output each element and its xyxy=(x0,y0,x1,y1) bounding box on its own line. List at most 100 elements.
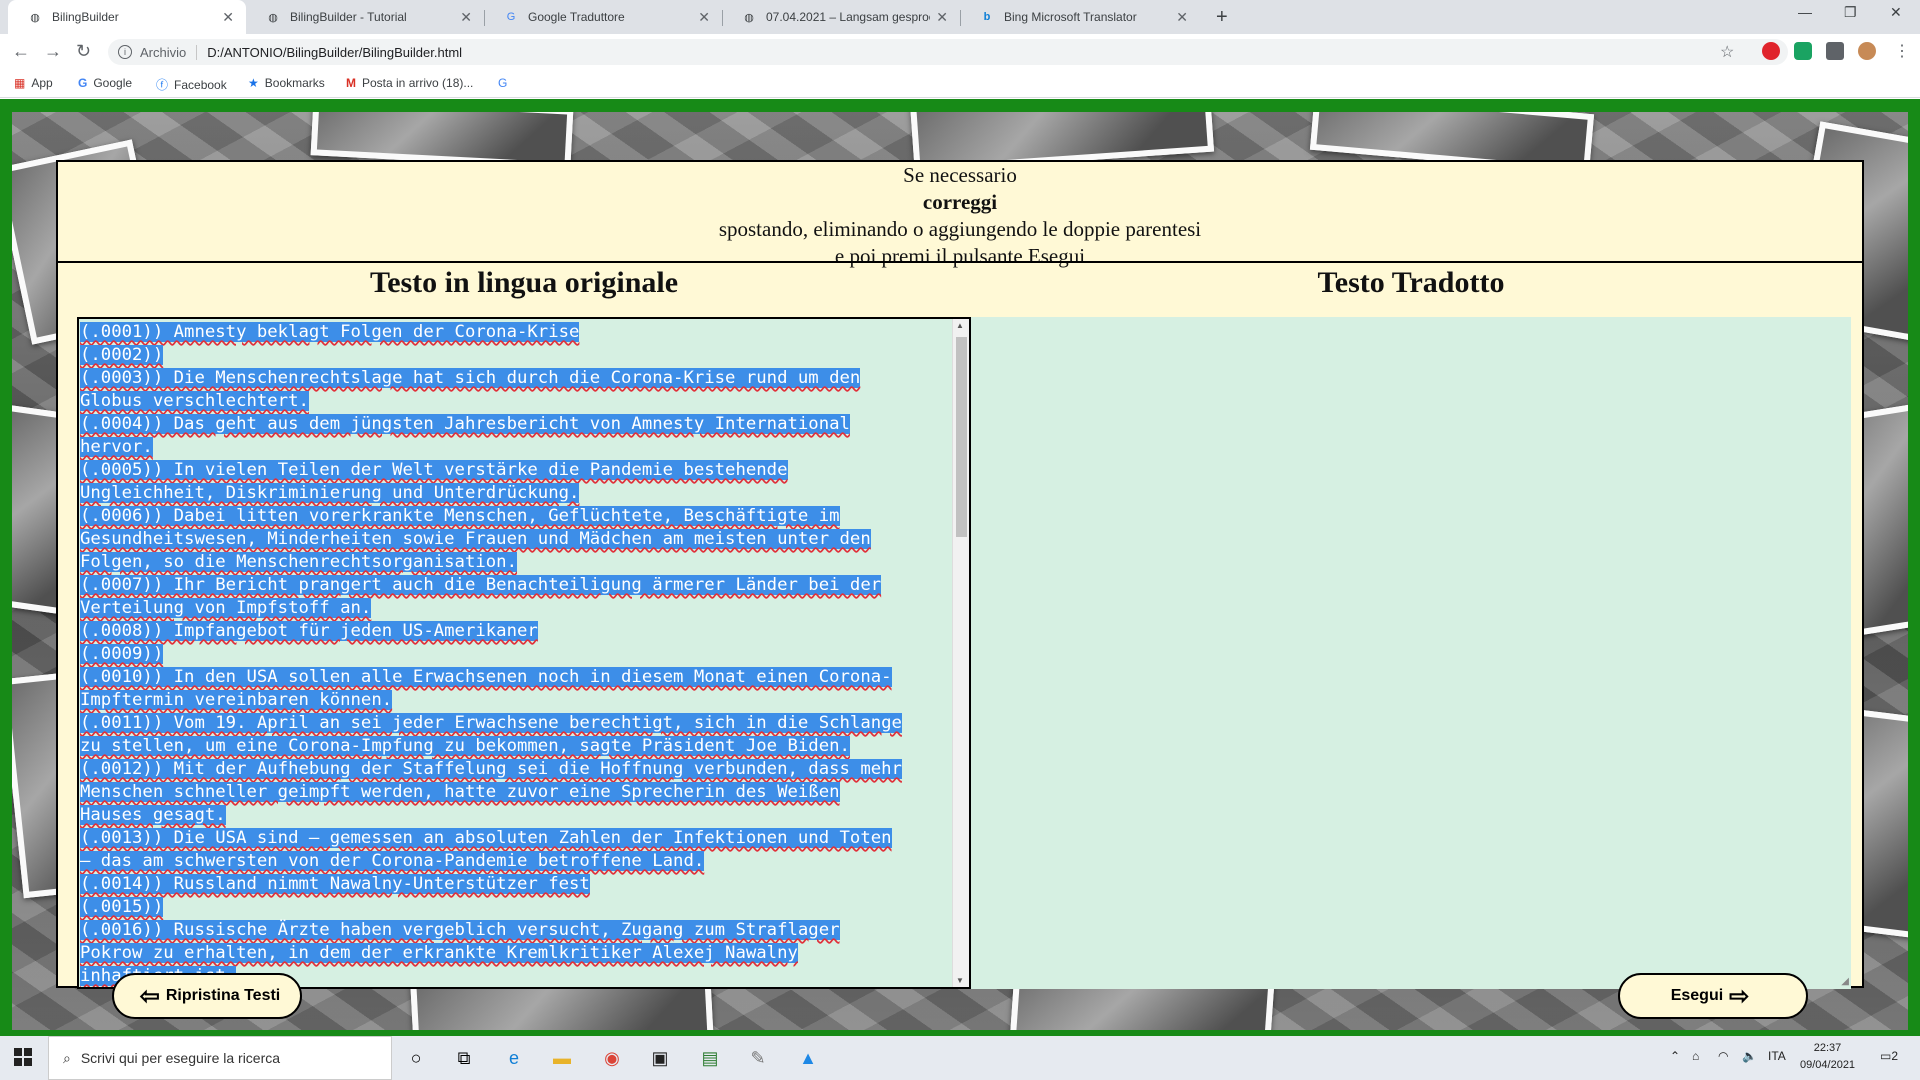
taskbar: ⌕ Scrivi qui per eseguire la ricerca ○ ⧉… xyxy=(0,1036,1920,1080)
minimize-icon[interactable]: — xyxy=(1798,4,1812,20)
more-menu-icon[interactable]: ⋮ xyxy=(1894,41,1910,61)
bookmark-label: Bookmarks xyxy=(264,76,325,90)
wifi-icon[interactable]: ◠ xyxy=(1718,1049,1728,1063)
original-text-area[interactable]: (.0001)) Amnesty beklagt Folgen der Coro… xyxy=(77,317,971,989)
cortana-icon[interactable]: ○ xyxy=(404,1046,428,1070)
address-path: D:/ANTONIO/BilingBuilder/BilingBuilder.h… xyxy=(207,44,463,60)
original-text-line: (.0005)) In vielen Teilen der Welt verst… xyxy=(80,459,940,482)
language-indicator[interactable]: ITA xyxy=(1768,1049,1786,1063)
instruction-line-bold: correggi xyxy=(922,190,998,214)
bookmark-google[interactable]: G Google xyxy=(78,76,132,90)
chrome-icon[interactable]: ◉ xyxy=(600,1046,624,1070)
original-text-line-content: (.0012)) Mit der Aufhebung der Staffelun… xyxy=(80,759,902,779)
close-icon[interactable]: ✕ xyxy=(460,9,472,26)
close-icon[interactable]: ✕ xyxy=(222,9,234,26)
bookmark-facebook[interactable]: ⓕ Facebook xyxy=(156,76,227,93)
tab-google-translate[interactable]: G Google Traduttore ✕ xyxy=(484,0,722,34)
bing-icon: b xyxy=(983,11,991,23)
original-text-line: (.0014)) Russland nimmt Nawalny-Unterstü… xyxy=(80,873,940,896)
bookmark-folder[interactable]: ★ Bookmarks xyxy=(248,76,325,90)
original-text-line: (.0008)) Impfangebot für jeden US-Amerik… xyxy=(80,620,940,643)
instruction-line: spostando, eliminando o aggiungendo le d… xyxy=(718,217,1202,241)
task-view-icon[interactable]: ⧉ xyxy=(452,1046,476,1070)
run-button[interactable]: Esegui ⇨ xyxy=(1618,973,1808,1019)
original-text-line: Globus verschlechtert. xyxy=(80,390,940,413)
vertical-scrollbar[interactable]: ▲ ▼ xyxy=(952,319,969,987)
resize-grip-icon[interactable]: ◢ xyxy=(1841,976,1849,987)
original-text-line-content: (.0005)) In vielen Teilen der Welt verst… xyxy=(80,460,788,480)
clock-date: 09/04/2021 xyxy=(1800,1059,1856,1071)
close-icon[interactable]: ✕ xyxy=(698,9,710,26)
reset-texts-button[interactable]: ⇦ Ripristina Testi xyxy=(112,973,302,1019)
forward-icon[interactable]: → xyxy=(44,41,62,62)
clock-time: 22:37 xyxy=(1813,1042,1842,1054)
original-text-line-content: Menschen schneller geimpft werden, hatte… xyxy=(80,782,840,802)
close-icon[interactable]: ✕ xyxy=(1176,9,1188,26)
avatar[interactable] xyxy=(1858,42,1876,60)
facebook-icon: ⓕ xyxy=(156,78,169,92)
close-icon[interactable]: ✕ xyxy=(936,9,948,26)
tab-title: BilingBuilder - Tutorial xyxy=(290,10,407,24)
shield-extension-icon[interactable] xyxy=(1794,42,1812,60)
spreadsheet-icon[interactable]: ▤ xyxy=(698,1046,722,1070)
bookmark-translate[interactable]: G xyxy=(498,76,513,90)
browser-toolbar: ← → ↻ i Archivio D:/ANTONIO/BilingBuilde… xyxy=(0,34,1920,70)
tab-langsam[interactable]: ◍ 07.04.2021 – Langsam gesproche ✕ xyxy=(722,0,960,34)
bookmark-label: Facebook xyxy=(174,77,227,92)
original-text-line: Hauses gesagt. xyxy=(80,804,940,827)
bookmark-label: Posta in arrivo (18)... xyxy=(362,76,474,90)
original-text-line-content: Ungleichheit, Diskriminierung und Unterd… xyxy=(80,483,580,503)
scroll-down-icon[interactable]: ▼ xyxy=(956,976,964,985)
scroll-up-icon[interactable]: ▲ xyxy=(956,321,964,330)
original-text-line-content: Impftermin vereinbaren können. xyxy=(80,690,393,710)
original-text-line: Gesundheitswesen, Minderheiten sowie Fra… xyxy=(80,528,940,551)
clock[interactable]: 22:37 09/04/2021 xyxy=(1800,1040,1855,1074)
photos-icon[interactable]: ▲ xyxy=(796,1046,820,1070)
original-text-line: (.0009)) xyxy=(80,643,940,666)
original-text-line: (.0007)) Ihr Bericht prangert auch die B… xyxy=(80,574,940,597)
bookmark-apps[interactable]: ▦ App xyxy=(14,76,53,90)
tab-bing-translator[interactable]: b Bing Microsoft Translator ✕ xyxy=(960,0,1200,34)
original-text-line-content: (.0009)) xyxy=(80,644,164,664)
original-text-content[interactable]: (.0001)) Amnesty beklagt Folgen der Coro… xyxy=(80,321,940,987)
reset-texts-label: Ripristina Testi xyxy=(165,987,281,1004)
close-window-icon[interactable]: ✕ xyxy=(1890,4,1902,21)
restore-icon[interactable]: ❐ xyxy=(1844,4,1857,21)
reload-icon[interactable]: ↻ xyxy=(76,41,91,62)
edge-icon[interactable]: e xyxy=(502,1046,526,1070)
globe-icon: ◍ xyxy=(744,11,754,24)
windows-start-icon[interactable] xyxy=(14,1048,32,1066)
bookmark-gmail[interactable]: M Posta in arrivo (18)... xyxy=(346,76,473,90)
original-text-line: (.0006)) Dabei litten vorerkrankte Mensc… xyxy=(80,505,940,528)
info-icon[interactable]: i xyxy=(118,45,132,59)
translated-text-area[interactable]: ◢ xyxy=(971,317,1851,989)
chevron-up-icon[interactable]: ⌃ xyxy=(1670,1049,1680,1063)
new-tab-icon[interactable]: + xyxy=(1216,6,1228,29)
address-bar[interactable]: i Archivio D:/ANTONIO/BilingBuilder/Bili… xyxy=(108,39,1788,65)
tab-strip: ◍ BilingBuilder ✕ ◍ BilingBuilder - Tuto… xyxy=(0,0,1920,34)
notifications-icon[interactable]: ▭2 xyxy=(1880,1049,1898,1063)
file-explorer-icon[interactable]: ▬ xyxy=(550,1046,574,1070)
opera-extension-icon[interactable] xyxy=(1762,42,1780,60)
terminal-icon[interactable]: ▣ xyxy=(648,1046,672,1070)
original-text-line: – das am schwersten von der Corona-Pande… xyxy=(80,850,940,873)
original-text-line-content: Folgen, so die Menschenrechtsorganisatio… xyxy=(80,552,517,572)
original-text-line-content: (.0001)) Amnesty beklagt Folgen der Coro… xyxy=(80,322,580,342)
back-icon[interactable]: ← xyxy=(12,41,30,62)
bookmark-star-icon[interactable]: ☆ xyxy=(1720,42,1734,62)
puzzle-extensions-icon[interactable] xyxy=(1826,42,1844,60)
original-text-line-content: (.0003)) Die Menschenrechtslage hat sich… xyxy=(80,368,861,388)
network-icon[interactable]: ⌂ xyxy=(1692,1049,1699,1063)
tab-bilingbuilder[interactable]: ◍ BilingBuilder ✕ xyxy=(8,0,246,34)
paint-icon[interactable]: ✎ xyxy=(746,1046,770,1070)
scrollbar-thumb[interactable] xyxy=(956,337,967,537)
tab-tutorial[interactable]: ◍ BilingBuilder - Tutorial ✕ xyxy=(246,0,484,34)
instruction-line: Se necessario xyxy=(903,163,1017,187)
original-text-line: Folgen, so die Menschenrechtsorganisatio… xyxy=(80,551,940,574)
volume-icon[interactable]: 🔈 xyxy=(1742,1049,1757,1063)
original-text-line-content: (.0011)) Vom 19. April an sei jeder Erwa… xyxy=(80,713,902,733)
original-text-line: zu stellen, um eine Corona-Impfung zu be… xyxy=(80,735,940,758)
taskbar-search-input[interactable]: ⌕ Scrivi qui per eseguire la ricerca xyxy=(48,1036,392,1080)
search-placeholder: Scrivi qui per eseguire la ricerca xyxy=(80,1050,281,1066)
translated-text-title: Testo Tradotto xyxy=(1317,266,1505,299)
